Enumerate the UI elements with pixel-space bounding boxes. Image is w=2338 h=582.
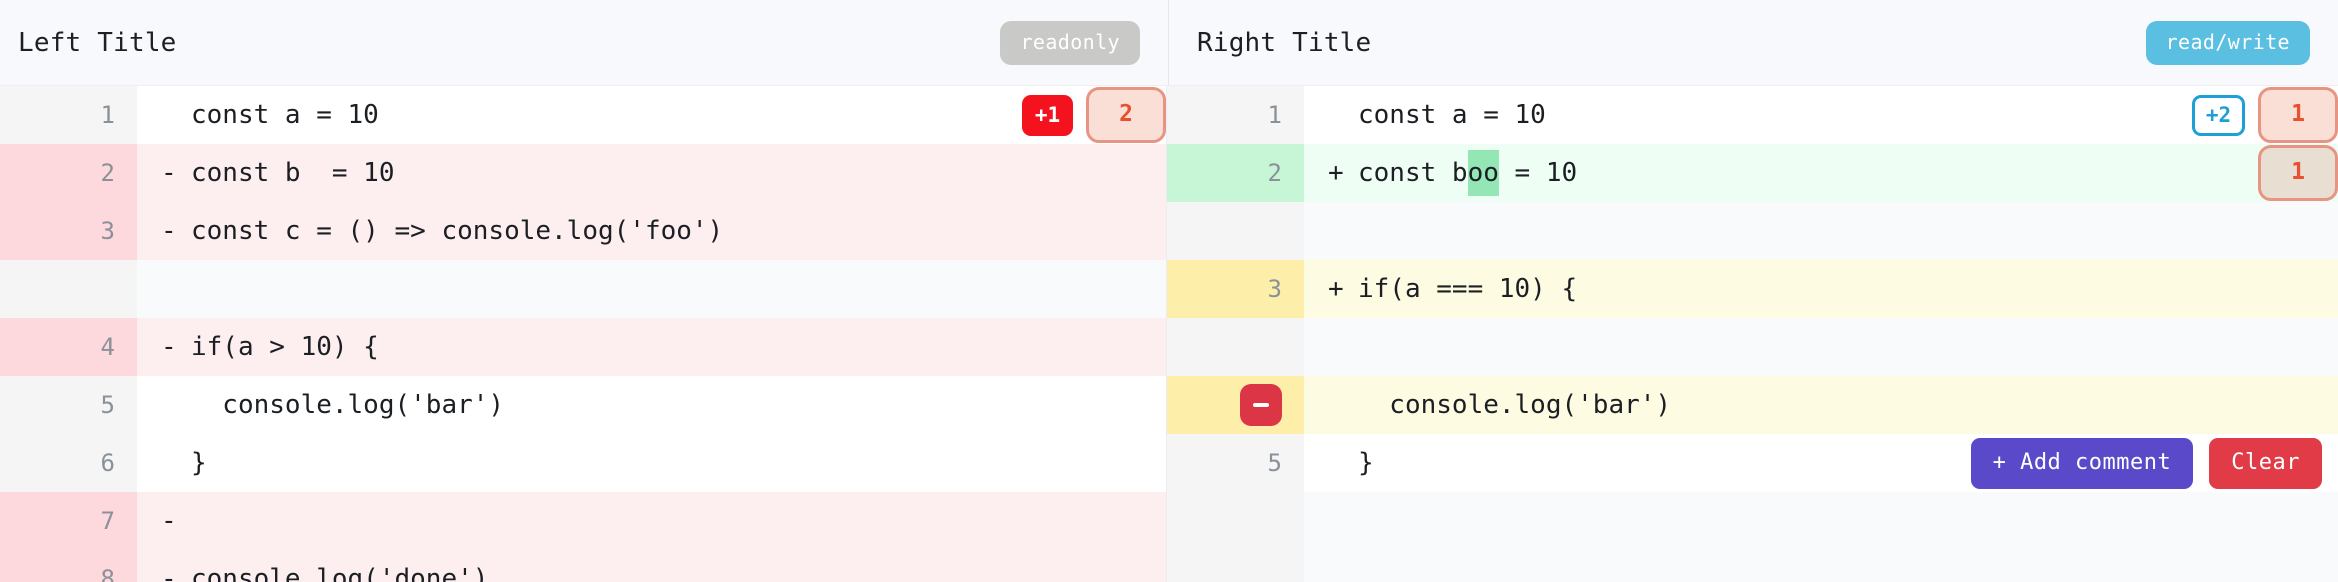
diff-body: 1 const a = 10 +1 2 2 - const b = 10 3 -c… [0, 86, 2338, 582]
table-row[interactable]: 1 const a = 10 +1 2 [0, 86, 1166, 144]
line-sign: - [161, 216, 177, 246]
line-content[interactable]: - console.log('done') [137, 550, 1166, 582]
line-text: if(a > 10) { [191, 332, 379, 362]
table-row [1167, 318, 2338, 376]
left-pane: 1 const a = 10 +1 2 2 - const b = 10 3 -c… [0, 86, 1166, 582]
line-content [1304, 550, 2338, 582]
table-row[interactable]: 3 + if(a === 10) { [1167, 260, 2338, 318]
line-number [0, 260, 137, 318]
line-content[interactable]: } + Add comment Clear [1304, 434, 2338, 492]
line-text: const b [1358, 158, 1468, 188]
line-content[interactable]: const a = 10 +2 1 [1304, 86, 2338, 144]
line-sign: + [1328, 158, 1344, 188]
table-row[interactable]: 5 console.log('bar') [0, 376, 1166, 434]
comment-count-badge[interactable]: +1 [1021, 94, 1074, 136]
line-number[interactable]: 3 [1167, 260, 1304, 318]
line-content[interactable]: + if(a === 10) { [1304, 260, 2338, 318]
line-number[interactable]: 4 [0, 318, 137, 376]
right-pane: 1 const a = 10 +2 1 2 + const b oo = 10 1 [1166, 86, 2338, 582]
line-number [1167, 492, 1304, 550]
line-text: if(a === 10) { [1358, 274, 1578, 304]
line-text: } [1358, 448, 1374, 478]
line-sign: - [161, 332, 177, 362]
line-content[interactable]: - if(a > 10) { [137, 318, 1166, 376]
comment-actions: + Add comment Clear [1970, 434, 2322, 492]
line-content[interactable]: } [137, 434, 1166, 492]
diff-viewer: Left Title readonly Right Title read/wri… [0, 0, 2338, 582]
table-row[interactable]: 1 const a = 10 +2 1 [1167, 86, 2338, 144]
line-number[interactable]: 8 [0, 550, 137, 582]
table-row[interactable]: 8 - console.log('done') [0, 550, 1166, 582]
clear-button[interactable]: Clear [2209, 437, 2322, 489]
line-number[interactable]: 5 [1167, 434, 1304, 492]
line-number[interactable]: 2 [0, 144, 137, 202]
line-number [1167, 202, 1304, 260]
line-number[interactable]: 3 [0, 202, 137, 260]
line-content[interactable]: - const c = () => console.log('foo') [137, 202, 1166, 260]
table-row[interactable]: 6 } [0, 434, 1166, 492]
line-content[interactable]: const a = 10 +1 2 [137, 86, 1166, 144]
table-row[interactable]: 7 - [0, 492, 1166, 550]
line-number[interactable]: 2 [1167, 144, 1304, 202]
table-row[interactable]: 4 - if(a > 10) { [0, 318, 1166, 376]
table-row [1167, 202, 2338, 260]
line-number[interactable]: 7 [0, 492, 137, 550]
line-number[interactable]: 1 [0, 86, 137, 144]
line-number [1167, 376, 1304, 434]
comment-count-badge[interactable]: +2 [2191, 94, 2246, 136]
line-text: const b = 10 [191, 158, 395, 188]
line-text: const c = () => console.log('foo') [191, 216, 724, 246]
line-content [1304, 492, 2338, 550]
line-content[interactable]: - [137, 492, 1166, 550]
table-row[interactable]: 2 - const b = 10 [0, 144, 1166, 202]
line-text-tail: = 10 [1498, 158, 1578, 188]
line-number[interactable]: 6 [0, 434, 137, 492]
diff-header: Left Title readonly Right Title read/wri… [0, 0, 2338, 86]
line-number[interactable]: 5 [0, 376, 137, 434]
table-row [0, 260, 1166, 318]
left-pane-mode-badge: readonly [1000, 20, 1140, 65]
left-pane-title: Left Title [18, 27, 177, 58]
line-sign: - [161, 506, 177, 536]
add-comment-button[interactable]: + Add comment [1970, 437, 2194, 489]
table-row[interactable]: 5 } + Add comment Clear [1167, 434, 2338, 492]
comment-box-badge[interactable]: 2 [1086, 87, 1166, 143]
line-text: console.log('bar') [191, 390, 505, 420]
line-comment-badges: +1 2 [1021, 86, 1166, 144]
minus-glyph [1253, 403, 1269, 407]
comment-box-badge[interactable]: 1 [2258, 87, 2338, 143]
line-number [1167, 550, 1304, 582]
line-sign: - [161, 564, 177, 582]
line-content[interactable]: console.log('bar') [137, 376, 1166, 434]
line-text: console.log('bar') [1358, 390, 1672, 420]
line-sign: - [161, 158, 177, 188]
left-pane-header: Left Title readonly [0, 0, 1168, 85]
line-text: console.log('done') [191, 564, 489, 582]
line-text: const a = 10 [191, 100, 379, 130]
table-row [1167, 492, 2338, 550]
remove-comment-icon[interactable] [1240, 384, 1282, 426]
right-pane-mode-badge: read/write [2145, 20, 2310, 65]
line-content[interactable]: console.log('bar') [1304, 376, 2338, 434]
right-pane-header: Right Title read/write [1168, 0, 2338, 85]
line-sign: + [1328, 274, 1344, 304]
line-text: } [191, 448, 207, 478]
comment-box-badge[interactable]: 1 [2258, 145, 2338, 201]
line-comment-badges: +2 1 [2191, 86, 2338, 144]
line-number[interactable]: 1 [1167, 86, 1304, 144]
line-content[interactable]: - const b = 10 [137, 144, 1166, 202]
right-pane-title: Right Title [1197, 27, 1372, 58]
line-content[interactable]: + const b oo = 10 1 [1304, 144, 2338, 202]
inline-insert-highlight: oo [1467, 150, 1499, 196]
table-row[interactable]: console.log('bar') [1167, 376, 2338, 434]
line-content [1304, 202, 2338, 260]
table-row [1167, 550, 2338, 582]
line-content [1304, 318, 2338, 376]
table-row[interactable]: 3 - const c = () => console.log('foo') [0, 202, 1166, 260]
line-text: const a = 10 [1358, 100, 1546, 130]
line-content [137, 260, 1166, 318]
table-row[interactable]: 2 + const b oo = 10 1 [1167, 144, 2338, 202]
line-comment-badges: 1 [2258, 144, 2338, 202]
line-number [1167, 318, 1304, 376]
